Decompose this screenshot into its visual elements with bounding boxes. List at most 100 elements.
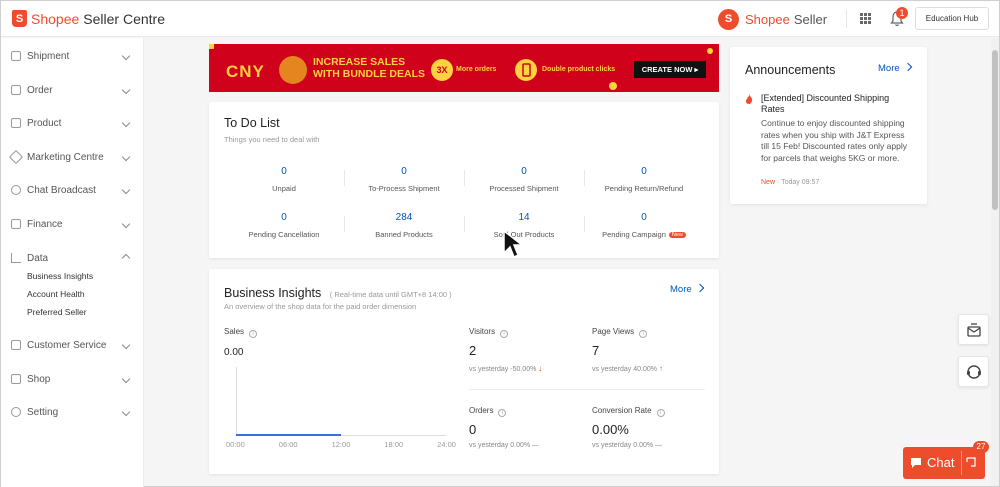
apps-grid-icon[interactable] [860, 13, 871, 24]
divider [961, 451, 962, 475]
sidebar-item-setting[interactable]: Setting [1, 402, 144, 422]
x-tick: 00:00 [226, 440, 245, 449]
todo-item-pending-campaign[interactable]: 0 Pending Campaign New [584, 212, 704, 239]
page-views-label: Page Views [592, 327, 635, 336]
chevron-up-icon [121, 253, 131, 263]
inbox-icon [967, 323, 981, 337]
todo-count: 0 [641, 212, 647, 223]
orders-vs: vs yesterday 0.00% — [469, 442, 540, 449]
todo-item-unpaid[interactable]: 0 Unpaid [224, 166, 344, 193]
banner-cny-label: CNY [226, 62, 265, 81]
todo-item-pending-cancellation[interactable]: 0 Pending Cancellation [224, 212, 344, 239]
shipment-icon [11, 51, 21, 61]
visitors-value: 2 [469, 343, 477, 358]
todo-item-to-process-shipment[interactable]: 0 To-Process Shipment [344, 166, 464, 193]
visitors-label-wrap: Visitors i [469, 327, 509, 338]
orders-label-wrap: Orders i [469, 406, 507, 417]
page-scrollbar[interactable] [991, 38, 999, 486]
education-hub-button[interactable]: Education Hub [915, 7, 989, 30]
scrollbar-thumb[interactable] [992, 50, 998, 210]
chat-button[interactable]: Chat [903, 447, 985, 479]
info-icon[interactable]: i [639, 330, 648, 338]
new-badge: New [668, 232, 686, 238]
seller-centre-brand[interactable]: S Shopee Seller Centre [12, 10, 165, 27]
chevron-down-icon [121, 51, 131, 61]
sales-line [236, 434, 341, 436]
sidebar-item-label: Setting [27, 406, 59, 418]
insights-subtitle: An overview of the shop data for the pai… [224, 302, 417, 311]
chevron-down-icon [121, 152, 131, 162]
sidebar-sub-business-insights[interactable]: Business Insights [27, 271, 93, 281]
banner-headline-line2: WITH BUNDLE DEALS [313, 68, 425, 80]
support-float-button[interactable] [958, 356, 989, 387]
conversion-rate-vs: vs yesterday 0.00% — [592, 442, 663, 449]
todo-item-processed-shipment[interactable]: 0 Processed Shipment [464, 166, 584, 193]
badge-3x: 3X [431, 59, 453, 81]
notification-count-badge: 1 [896, 7, 908, 19]
shopee-seller-brand: S Shopee Seller [718, 9, 827, 30]
sidebar-item-label: Finance [27, 218, 63, 230]
x-tick: 24:00 [437, 440, 456, 449]
message-float-button[interactable] [958, 314, 989, 345]
conversion-rate-label-wrap: Conversion Rate i [592, 406, 665, 417]
order-icon [11, 85, 21, 95]
info-icon[interactable]: i [249, 330, 258, 338]
sidebar-item-label: Data [27, 252, 49, 264]
sidebar-item-label: Product [27, 117, 62, 129]
sales-value: 0.00 [224, 347, 244, 358]
divider [846, 10, 847, 28]
create-now-button[interactable]: CREATE NOW ▸ [634, 61, 706, 78]
orders-label: Orders [469, 406, 494, 415]
todo-list-card: To Do List Things you need to deal with … [209, 102, 719, 259]
sidebar-sub-preferred-seller[interactable]: Preferred Seller [27, 307, 87, 317]
sidebar-item-label: Marketing Centre [27, 151, 104, 163]
page-views-value: 7 [592, 343, 600, 358]
page-views-vs-wrap: vs yesterday 40.00% ↑ [592, 364, 663, 373]
sidebar-item-finance[interactable]: Finance [1, 214, 144, 234]
info-icon[interactable]: i [500, 330, 509, 338]
announcements-title: Announcements [745, 63, 836, 77]
sidebar-item-label: Customer Service [27, 339, 107, 351]
sidebar-sub-account-health[interactable]: Account Health [27, 289, 85, 299]
sidebar-item-data[interactable]: Data [1, 248, 144, 268]
insights-more-link[interactable]: More [670, 284, 703, 295]
business-insights-card: Business Insights ( Real-time data until… [209, 269, 719, 474]
chat-bubble-icon [911, 458, 921, 468]
todo-count: 14 [518, 212, 530, 223]
todo-item-banned-products[interactable]: 284 Banned Products [344, 212, 464, 239]
sales-label-wrap: Sales i [224, 327, 258, 338]
fire-icon [745, 94, 753, 104]
todo-count: 0 [641, 166, 647, 177]
todo-count: 0 [401, 166, 407, 177]
chevron-down-icon [121, 118, 131, 128]
todo-label-wrap: Pending Campaign New [584, 230, 704, 239]
sidebar-item-customer-service[interactable]: Customer Service [1, 335, 144, 355]
x-tick: 18:00 [384, 440, 404, 449]
divider [469, 389, 705, 390]
announcement-item-title[interactable]: [Extended] Discounted Shipping Rates [761, 93, 911, 115]
brand-word: Shopee [31, 10, 80, 27]
info-icon[interactable]: i [498, 409, 507, 417]
todo-label: Pending Cancellation [248, 230, 320, 239]
announcement-item-body: Continue to enjoy discounted shipping ra… [761, 118, 907, 163]
chevron-down-icon [121, 85, 131, 95]
chevron-down-icon [121, 407, 131, 417]
sidebar-item-order[interactable]: Order [1, 80, 144, 100]
info-icon[interactable]: i [656, 409, 665, 417]
chat-unread-badge: 27 [973, 441, 989, 453]
chart-y-axis [236, 367, 237, 435]
announcement-date: · Today 09:57 [776, 179, 820, 186]
expand-chat-icon[interactable] [966, 457, 976, 467]
todo-item-pending-return-refund[interactable]: 0 Pending Return/Refund [584, 166, 704, 193]
sidebar-item-product[interactable]: Product [1, 113, 144, 133]
announcements-more-link[interactable]: More [878, 63, 911, 74]
sidebar-item-shop[interactable]: Shop [1, 369, 144, 389]
bundle-deals-banner[interactable]: CNY INCREASE SALES WITH BUNDLE DEALS 3X … [209, 44, 719, 92]
shopee-bag-icon: S [718, 9, 739, 30]
todo-label: Unpaid [272, 184, 296, 193]
sidebar-item-shipment[interactable]: Shipment [1, 46, 144, 66]
sidebar-item-marketing-centre[interactable]: Marketing Centre [1, 147, 144, 167]
banner-decoration [609, 82, 617, 90]
sidebar-item-chat-broadcast[interactable]: Chat Broadcast [1, 180, 144, 200]
ox-icon [279, 56, 307, 84]
